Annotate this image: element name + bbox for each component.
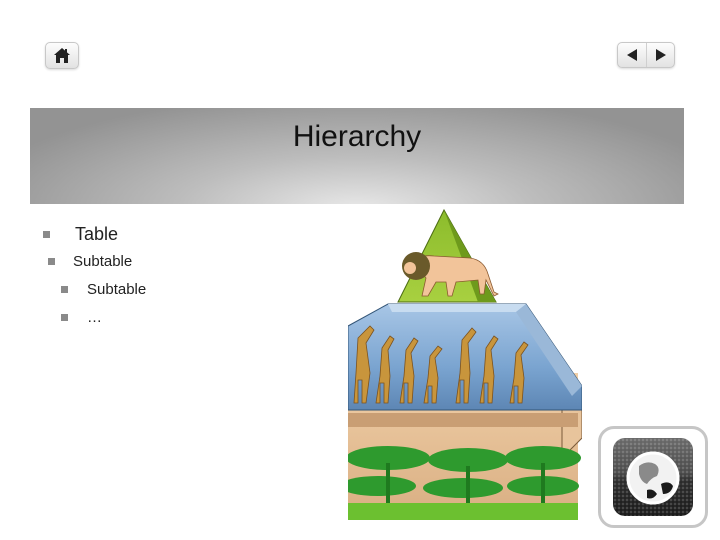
bullet-text: Table <box>75 224 119 244</box>
globe-icon <box>626 451 680 505</box>
bullet-marker <box>61 286 68 293</box>
slide-title: Hierarchy <box>292 120 422 153</box>
bullet-item: Subtable <box>48 253 132 270</box>
slide-navigation <box>617 42 675 68</box>
giraffe-tier <box>348 303 582 411</box>
next-slide-button[interactable] <box>645 43 675 67</box>
home-button[interactable] <box>45 42 79 69</box>
globe-tile <box>613 438 693 516</box>
triangle-right-icon <box>655 49 666 61</box>
bullet-item: … <box>61 309 102 326</box>
bullet-marker <box>43 231 50 238</box>
food-chain-pyramid-illustration <box>348 208 582 520</box>
bullet-marker <box>48 258 55 265</box>
bullet-item: Table <box>43 224 118 245</box>
bullet-marker <box>61 314 68 321</box>
bullet-text: … <box>87 309 102 326</box>
home-icon <box>54 48 70 63</box>
web-link-button[interactable] <box>598 426 708 528</box>
bullet-text: Subtable <box>73 253 133 270</box>
bullet-item: Subtable <box>61 281 146 298</box>
triangle-left-icon <box>627 49 637 61</box>
previous-slide-button[interactable] <box>618 43 646 67</box>
bullet-text: Subtable <box>87 281 147 298</box>
lion-tier <box>397 208 499 303</box>
title-banner: Hierarchy <box>30 108 684 204</box>
